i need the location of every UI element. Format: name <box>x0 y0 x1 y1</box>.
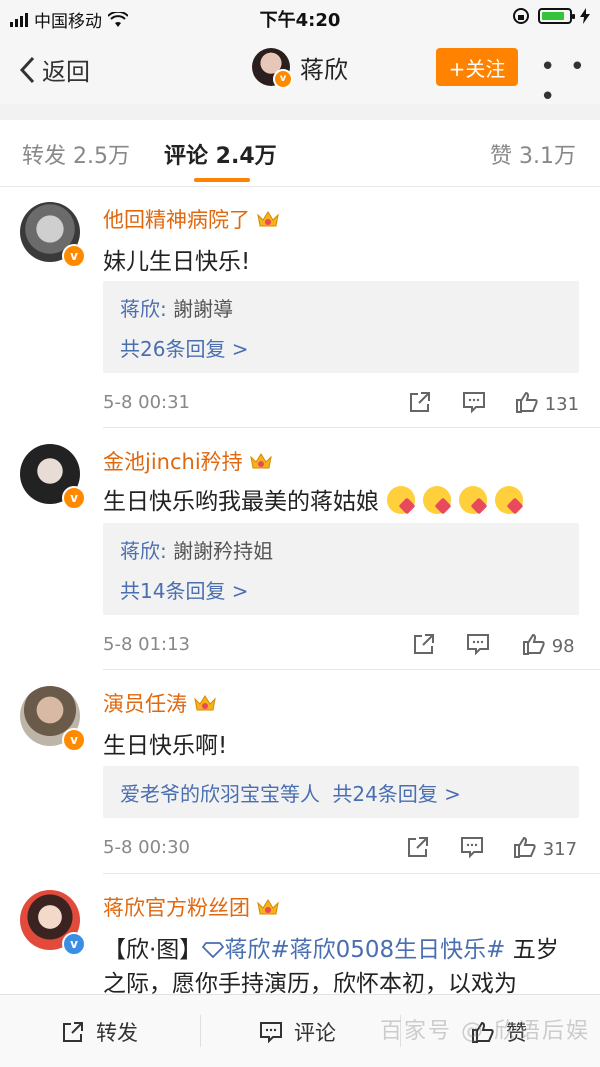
tab-comments[interactable]: 评论 2.4万 <box>164 138 277 170</box>
avatar[interactable]: v <box>252 48 293 89</box>
comment-icon[interactable] <box>460 835 484 859</box>
share-icon[interactable] <box>412 632 436 656</box>
love-emoji-icon <box>495 486 523 514</box>
crown-icon <box>194 695 216 711</box>
comment-text: 生日快乐啊! <box>103 733 228 759</box>
reply-preview[interactable]: 蒋欣: 謝謝矜持姐 共14条回复 > <box>103 523 579 615</box>
topic-link[interactable]: 蒋欣#蒋欣0508生日快乐# <box>202 937 505 963</box>
thumbs-up-icon <box>523 633 545 655</box>
comment-timestamp: 5-8 00:30 <box>103 837 190 858</box>
like-count: 131 <box>544 394 580 415</box>
active-tab-indicator <box>194 178 250 182</box>
more-replies-link[interactable]: 共26条回复 > <box>120 333 249 362</box>
love-emoji-icon <box>459 486 487 514</box>
chevron-left-icon <box>19 56 35 83</box>
watermark: 百家号 @ 欣语后娱 <box>380 1019 590 1044</box>
comment-item: v 蒋欣官方粉丝团 【欣·图】 蒋欣#蒋欣0508生日快乐# 五岁 之际，愿你手持… <box>0 874 600 994</box>
verified-badge-icon: v <box>62 486 86 510</box>
more-options-icon[interactable]: • • • <box>540 52 600 112</box>
verified-badge-icon: v <box>273 69 293 89</box>
reply-text: 謝謝導 <box>173 297 234 321</box>
clock: 下午4:20 <box>259 10 341 31</box>
thumbs-up-icon <box>514 836 536 858</box>
divider <box>200 1015 201 1047</box>
thumbs-up-icon <box>516 391 538 413</box>
comment-icon <box>260 1022 282 1044</box>
diamond-icon <box>202 942 225 959</box>
like-button[interactable]: 131 <box>515 390 579 415</box>
back-label: 返回 <box>42 58 90 86</box>
comment-item: v 演员任涛 生日快乐啊! 爱老爷的欣羽宝宝等人 共24条回复 > 5-8 00… <box>0 670 600 874</box>
like-count: 317 <box>542 839 578 860</box>
tab-bar: 转发 2.5万 评论 2.4万 赞 3.1万 <box>0 120 600 187</box>
status-bar: 中国移动 下午4:20 <box>0 0 600 34</box>
reply-authors[interactable]: 爱老爷的欣羽宝宝等人 <box>120 782 320 806</box>
tab-reposts[interactable]: 转发 2.5万 <box>22 138 130 170</box>
like-button[interactable]: 98 <box>522 632 575 657</box>
verified-badge-icon: v <box>62 244 86 268</box>
comment-item: v 他回精神病院了 妹儿生日快乐! 蒋欣: 謝謝導 共26条回复 > 5-8 0… <box>0 186 600 428</box>
share-icon[interactable] <box>408 390 432 414</box>
comment-item: v 金池jinchi矜持 生日快乐哟我最美的蒋姑娘 蒋欣: 謝謝矜持姐 共14条… <box>0 428 600 670</box>
profile-header[interactable]: v 蒋欣 <box>252 48 348 89</box>
comment-text: 生日快乐哟我最美的蒋姑娘 <box>103 482 523 516</box>
comment-username[interactable]: 演员任涛 <box>103 688 217 718</box>
follow-button[interactable]: +关注 <box>436 48 518 86</box>
profile-name: 蒋欣 <box>300 55 348 84</box>
comment-button[interactable]: 评论 <box>258 1017 336 1047</box>
reply-text: 謝謝矜持姐 <box>173 539 274 563</box>
reply-author[interactable]: 蒋欣: <box>120 539 167 563</box>
like-count: 98 <box>551 636 575 657</box>
comment-icon[interactable] <box>462 390 486 414</box>
comment-text: 【欣·图】 蒋欣#蒋欣0508生日快乐# 五岁 <box>103 937 559 963</box>
comment-username[interactable]: 金池jinchi矜持 <box>103 446 273 476</box>
crown-icon <box>257 211 279 227</box>
verified-badge-icon: v <box>62 728 86 752</box>
more-replies-link[interactable]: 共24条回复 > <box>332 782 461 806</box>
crown-icon <box>249 453 272 469</box>
rotation-lock-icon <box>513 8 529 24</box>
verified-badge-icon: v <box>62 932 86 956</box>
comment-label: 评论 <box>294 1021 336 1045</box>
nav-bar: 返回 v 蒋欣 +关注 • • • <box>0 34 600 112</box>
battery-icon <box>538 8 575 24</box>
reply-author[interactable]: 蒋欣: <box>120 297 167 321</box>
section-gap <box>0 104 600 120</box>
comment-username[interactable]: 他回精神病院了 <box>103 204 280 234</box>
comment-text-line2: 之际，愿你手持演历，欣怀本初，以戏为 <box>103 971 517 994</box>
share-icon <box>63 1022 83 1042</box>
charging-icon <box>580 8 590 24</box>
crown-icon <box>257 899 279 915</box>
bottom-action-bar: 转发 评论 赞 百家号 @ 欣语后娱 <box>0 994 600 1067</box>
reply-preview[interactable]: 蒋欣: 謝謝導 共26条回复 > <box>103 281 579 373</box>
comment-timestamp: 5-8 01:13 <box>103 634 190 655</box>
reply-preview[interactable]: 爱老爷的欣羽宝宝等人 共24条回复 > <box>103 766 579 818</box>
back-button[interactable]: 返回 <box>18 52 90 87</box>
comment-text: 妹儿生日快乐! <box>103 249 251 275</box>
love-emoji-icon <box>387 486 415 514</box>
repost-button[interactable]: 转发 <box>60 1017 138 1047</box>
tab-likes[interactable]: 赞 3.1万 <box>490 138 576 170</box>
comment-timestamp: 5-8 00:31 <box>103 392 190 413</box>
repost-label: 转发 <box>96 1021 138 1045</box>
love-emoji-icon <box>423 486 451 514</box>
more-replies-link[interactable]: 共14条回复 > <box>120 575 249 604</box>
comment-icon[interactable] <box>466 632 490 656</box>
comment-username[interactable]: 蒋欣官方粉丝团 <box>103 892 280 922</box>
share-icon[interactable] <box>406 835 430 859</box>
like-button[interactable]: 317 <box>513 835 577 860</box>
